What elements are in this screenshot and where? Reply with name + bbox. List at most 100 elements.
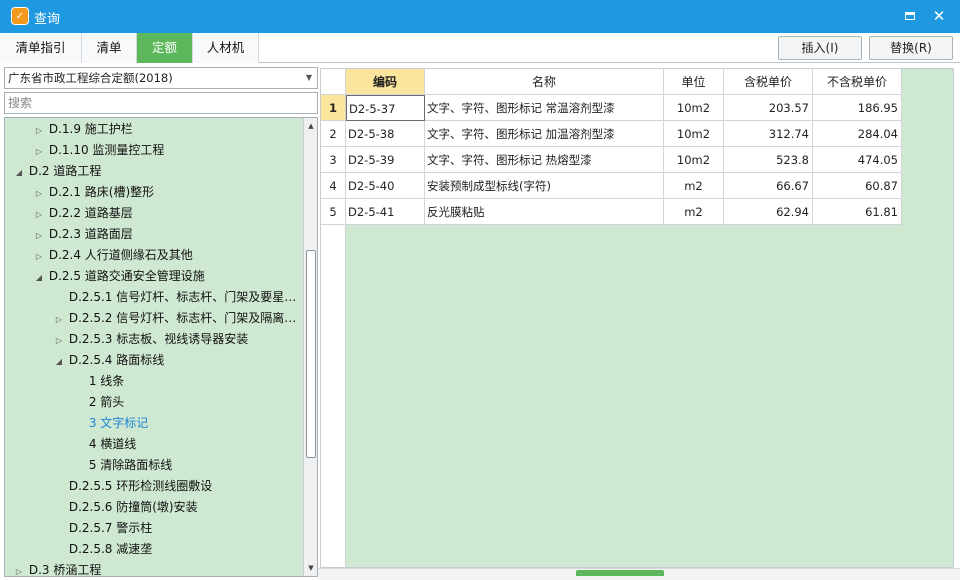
grid-cell-code[interactable]: D2-5-39 [346, 147, 425, 173]
expand-icon[interactable]: ▷ [53, 309, 65, 330]
grid-cell-unit[interactable]: m2 [664, 173, 724, 199]
expand-icon[interactable]: ▷ [13, 561, 25, 576]
row-number[interactable]: 1 [321, 95, 346, 121]
tree-item[interactable]: ▷ D.2.5.3 标志板、视线诱导器安装 [53, 329, 248, 350]
grid-cell-name[interactable]: 文字、字符、图形标记 加温溶剂型漆 [425, 121, 664, 147]
col-header-name[interactable]: 名称 [425, 69, 664, 95]
tree-item-label: D.2.5.3 标志板、视线诱导器安装 [68, 332, 249, 346]
tree-item[interactable]: ▷ D.2.3 道路面层 [33, 224, 133, 245]
tab-bill[interactable]: 清单 [82, 33, 137, 63]
replace-button[interactable]: 替换(R) [869, 36, 953, 60]
col-header-unit[interactable]: 单位 [664, 69, 724, 95]
insert-button[interactable]: 插入(I) [778, 36, 862, 60]
tree-item[interactable]: 3 文字标记 [73, 413, 148, 434]
tree-item-label: D.2.3 道路面层 [48, 227, 133, 241]
grid-cell-price-tax[interactable]: 203.57 [724, 95, 813, 121]
tree-item[interactable]: ▷ D.2.1 路床(槽)整形 [33, 182, 154, 203]
tree-item[interactable]: 5 清除路面标线 [73, 455, 172, 476]
row-number[interactable]: 5 [321, 199, 346, 225]
row-number[interactable]: 4 [321, 173, 346, 199]
expand-icon[interactable]: ▷ [33, 141, 45, 162]
tree-item[interactable]: 4 横道线 [73, 434, 136, 455]
expand-icon[interactable]: ▷ [33, 225, 45, 246]
expand-icon[interactable]: ▷ [33, 183, 45, 204]
quota-library-value: 广东省市政工程综合定额(2018) [8, 71, 173, 85]
tree-item-label: 5 清除路面标线 [88, 458, 173, 472]
grid-cell-price-tax[interactable]: 312.74 [724, 121, 813, 147]
maximize-button[interactable] [898, 8, 922, 26]
grid-cell-price-notax[interactable]: 61.81 [813, 199, 902, 225]
row-number[interactable]: 3 [321, 147, 346, 173]
grid-corner [321, 69, 346, 95]
app-logo-icon: ✓ [11, 7, 29, 25]
quota-library-select[interactable]: 广东省市政工程综合定额(2018) ▼ [4, 67, 318, 89]
collapse-icon[interactable]: ◢ [53, 351, 65, 372]
grid-cell-code[interactable]: D2-5-37 [346, 95, 425, 121]
grid-cell-unit[interactable]: m2 [664, 199, 724, 225]
tree-item[interactable]: D.2.5.1 信号灯杆、标志杆、门架及要星… [53, 287, 296, 308]
tree-item[interactable]: 2 箭头 [73, 392, 124, 413]
grid-cell-name[interactable]: 文字、字符、图形标记 常温溶剂型漆 [425, 95, 664, 121]
tree-item-label: D.2.5.8 减速垄 [68, 542, 153, 556]
grid-cell-price-notax[interactable]: 474.05 [813, 147, 902, 173]
grid-cell-code[interactable]: D2-5-41 [346, 199, 425, 225]
tree-scrollbar[interactable]: ▲ ▼ [303, 118, 317, 576]
grid-cell-code[interactable]: D2-5-38 [346, 121, 425, 147]
col-header-price-notax[interactable]: 不含税单价 [813, 69, 902, 95]
grid-cell-name[interactable]: 反光膜粘贴 [425, 199, 664, 225]
tree-item[interactable]: ▷ D.2.4 人行道侧缘石及其他 [33, 245, 193, 266]
tab-quota[interactable]: 定额 [137, 33, 193, 63]
tab-bill-guide[interactable]: 清单指引 [0, 33, 82, 63]
tree-item[interactable]: D.2.5.8 减速垄 [53, 539, 152, 560]
expand-icon[interactable]: ▷ [53, 330, 65, 351]
tab-labor-material-machine[interactable]: 人材机 [193, 33, 259, 63]
tree-item[interactable]: ◢ D.2.5 道路交通安全管理设施 [33, 266, 205, 287]
tree-item[interactable]: D.2.5.5 环形检测线圈敷设 [53, 476, 212, 497]
tree-item[interactable]: ▷ D.3 桥涵工程 [13, 560, 101, 576]
collapse-icon[interactable]: ◢ [33, 267, 45, 288]
grid-cell-price-tax[interactable]: 66.67 [724, 173, 813, 199]
expand-icon[interactable]: ▷ [33, 246, 45, 267]
scroll-up-icon[interactable]: ▲ [305, 120, 317, 132]
tree-item-label: D.2.2 道路基层 [48, 206, 133, 220]
quota-grid: 编码 名称 单位 含税单价 不含税单价 1 D2-5-37 文字、字符、图形标记 常温溶剂型漆… [320, 68, 954, 568]
window-title: 查询 [34, 12, 61, 27]
title-bar: ✓ 查询 ✕ [0, 0, 960, 33]
expand-icon[interactable]: ▷ [33, 204, 45, 225]
grid-cell-name[interactable]: 安装预制成型标线(字符) [425, 173, 664, 199]
col-header-price-tax[interactable]: 含税单价 [724, 69, 813, 95]
tree-item-label: D.2.5.2 信号灯杆、标志杆、门架及隔离… [68, 311, 297, 325]
grid-cell-unit[interactable]: 10m2 [664, 95, 724, 121]
tree-item[interactable]: ▷ D.2.2 道路基层 [33, 203, 133, 224]
grid-cell-unit[interactable]: 10m2 [664, 147, 724, 173]
tree-item[interactable]: ▷ D.1.9 施工护栏 [33, 119, 133, 140]
tree-item[interactable]: 1 线条 [73, 371, 124, 392]
grid-cell-unit[interactable]: 10m2 [664, 121, 724, 147]
maximize-icon [905, 12, 915, 20]
scroll-thumb[interactable] [306, 250, 316, 458]
grid-cell-price-tax[interactable]: 523.8 [724, 147, 813, 173]
tab-bar: 清单指引 清单 定额 人材机 插入(I) 替换(R) [0, 33, 960, 63]
tree-item-label: D.2.5.6 防撞筒(墩)安装 [68, 500, 198, 514]
tree-item-label: D.2.4 人行道侧缘石及其他 [48, 248, 193, 262]
scroll-down-icon[interactable]: ▼ [305, 562, 317, 574]
grid-cell-price-notax[interactable]: 186.95 [813, 95, 902, 121]
col-header-code[interactable]: 编码 [346, 69, 425, 95]
tree-item[interactable]: ◢ D.2 道路工程 [13, 161, 101, 182]
grid-cell-price-notax[interactable]: 284.04 [813, 121, 902, 147]
tree-item[interactable]: D.2.5.7 警示柱 [53, 518, 152, 539]
expand-icon[interactable]: ▷ [33, 120, 45, 141]
collapse-icon[interactable]: ◢ [13, 162, 25, 183]
grid-cell-price-tax[interactable]: 62.94 [724, 199, 813, 225]
tree-item[interactable]: ▷ D.2.5.2 信号灯杆、标志杆、门架及隔离… [53, 308, 296, 329]
search-input[interactable] [4, 92, 318, 114]
tree-item[interactable]: D.2.5.6 防撞筒(墩)安装 [53, 497, 198, 518]
grid-cell-code[interactable]: D2-5-40 [346, 173, 425, 199]
grid-cell-name[interactable]: 文字、字符、图形标记 热熔型漆 [425, 147, 664, 173]
tree-item[interactable]: ◢ D.2.5.4 路面标线 [53, 350, 164, 371]
close-button[interactable]: ✕ [928, 6, 950, 26]
splitter-handle[interactable] [576, 570, 664, 576]
tree-item[interactable]: ▷ D.1.10 监测量控工程 [33, 140, 165, 162]
row-number[interactable]: 2 [321, 121, 346, 147]
grid-cell-price-notax[interactable]: 60.87 [813, 173, 902, 199]
